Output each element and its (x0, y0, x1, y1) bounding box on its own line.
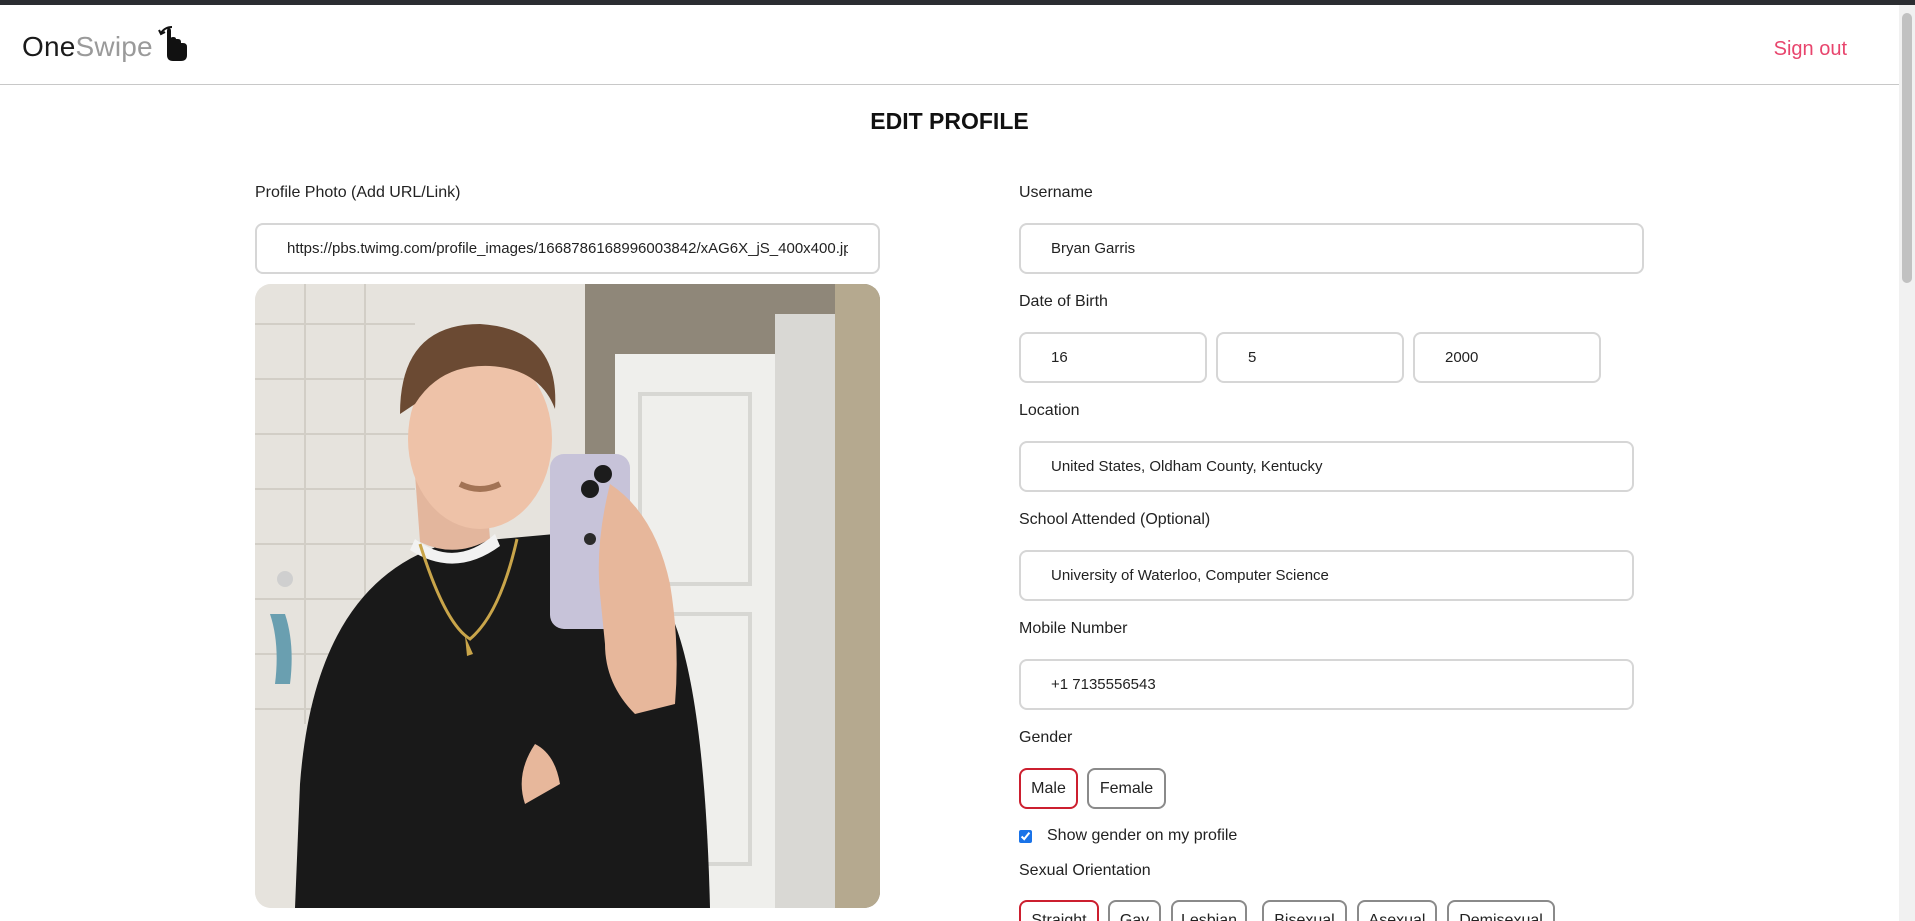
mobile-label: Mobile Number (1019, 620, 1128, 637)
gender-label: Gender (1019, 729, 1073, 746)
location-input[interactable] (1019, 441, 1634, 492)
logo-text-one: One (22, 31, 76, 62)
profile-photo-label: Profile Photo (Add URL/Link) (255, 184, 461, 201)
dob-label: Date of Birth (1019, 293, 1108, 310)
gender-option-male[interactable]: Male (1019, 768, 1078, 809)
gender-option-female[interactable]: Female (1087, 768, 1166, 809)
show-gender-row: Show gender on my profile (1019, 827, 1237, 845)
username-input[interactable] (1019, 223, 1644, 274)
username-label: Username (1019, 184, 1093, 201)
orientation-label: Sexual Orientation (1019, 862, 1151, 879)
show-gender-checkbox[interactable] (1019, 829, 1032, 843)
orientation-option-demisexual[interactable]: Demisexual (1447, 900, 1555, 921)
navbar: One Swipe Sign out (0, 5, 1899, 85)
page-title: EDIT PROFILE (870, 108, 1029, 134)
dob-year-input[interactable] (1413, 332, 1601, 383)
dob-month-input[interactable] (1216, 332, 1404, 383)
profile-photo-url-input[interactable] (255, 223, 880, 274)
mobile-input[interactable] (1019, 659, 1634, 710)
school-input[interactable] (1019, 550, 1634, 601)
profile-photo-preview (255, 284, 880, 908)
hand-swipe-icon (157, 26, 187, 61)
orientation-option-bisexual[interactable]: Bisexual (1262, 900, 1347, 921)
logo-text-swipe: Swipe (75, 31, 153, 62)
orientation-option-asexual[interactable]: Asexual (1357, 900, 1437, 921)
school-label: School Attended (Optional) (1019, 511, 1211, 528)
show-gender-label: Show gender on my profile (1047, 827, 1238, 844)
orientation-option-straight[interactable]: Straight (1019, 900, 1099, 921)
orientation-option-gay[interactable]: Gay (1108, 900, 1161, 921)
page-scrollbar[interactable] (1899, 5, 1915, 921)
scrollbar-thumb[interactable] (1902, 13, 1912, 283)
sign-out-link[interactable]: Sign out (1774, 38, 1847, 61)
profile-photo-image (255, 284, 880, 908)
logo[interactable]: One Swipe (22, 26, 189, 67)
orientation-option-lesbian[interactable]: Lesbian (1171, 900, 1247, 921)
dob-day-input[interactable] (1019, 332, 1207, 383)
location-label: Location (1019, 402, 1080, 419)
